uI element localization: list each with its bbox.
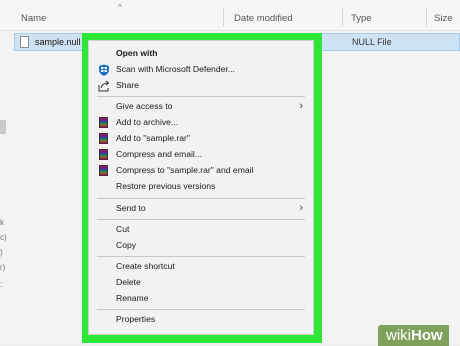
menu-item-label: Add to "sample.rar"	[116, 133, 190, 143]
menu-item-label: Send to	[116, 203, 146, 213]
menu-separator	[97, 256, 305, 257]
chevron-right-icon: ›	[299, 100, 303, 112]
column-header-bar: ^ Name Date modified Type Size	[0, 0, 460, 31]
menu-item-label: Compress and email...	[116, 149, 202, 159]
menu-separator	[97, 198, 305, 199]
menu-item-add-archive[interactable]: Add to archive...	[89, 115, 313, 130]
shield-icon	[98, 64, 110, 76]
column-divider[interactable]	[223, 8, 224, 26]
menu-item-label: Rename	[116, 293, 149, 303]
context-menu: Open with Scan with Microsoft Defender..…	[88, 40, 314, 335]
column-date-modified[interactable]: Date modified	[234, 13, 293, 24]
menu-item-share[interactable]: Share	[89, 78, 313, 93]
menu-item-send-to[interactable]: Send to ›	[89, 201, 313, 216]
watermark-wiki: wiki	[386, 327, 411, 344]
watermark-how: How	[411, 327, 443, 344]
column-divider[interactable]	[342, 8, 343, 26]
menu-item-label: Compress to "sample.rar" and email	[116, 165, 254, 175]
column-size[interactable]: Size	[434, 13, 452, 24]
column-type[interactable]: Type	[351, 13, 372, 24]
menu-item-give-access[interactable]: Give access to ›	[89, 99, 313, 114]
winrar-icon	[99, 165, 108, 176]
menu-item-compress-rar-email[interactable]: Compress to "sample.rar" and email	[89, 163, 313, 178]
menu-item-label: Delete	[116, 277, 141, 287]
menu-separator	[97, 219, 305, 220]
nav-pane-fragment: c)	[0, 233, 7, 242]
nav-pane-fragment: k	[0, 218, 4, 227]
nav-pane-fragment: :	[0, 280, 3, 289]
menu-item-label: Add to archive...	[116, 117, 179, 127]
menu-item-compress-email[interactable]: Compress and email...	[89, 147, 313, 162]
winrar-icon	[99, 133, 108, 144]
menu-item-scan-defender[interactable]: Scan with Microsoft Defender...	[89, 62, 313, 77]
menu-item-restore-versions[interactable]: Restore previous versions	[89, 179, 313, 194]
menu-item-label: Open with	[116, 48, 158, 58]
winrar-icon	[99, 117, 108, 128]
menu-item-label: Restore previous versions	[116, 181, 216, 191]
menu-item-label: Create shortcut	[116, 261, 175, 271]
menu-item-delete[interactable]: Delete	[89, 275, 313, 290]
nav-pane-selection	[0, 120, 6, 134]
menu-item-label: Scan with Microsoft Defender...	[116, 64, 235, 74]
menu-item-label: Copy	[116, 240, 137, 250]
nav-pane-fragment: r)	[0, 263, 6, 272]
menu-item-cut[interactable]: Cut	[89, 222, 313, 237]
menu-item-copy[interactable]: Copy	[89, 238, 313, 253]
menu-item-properties[interactable]: Properties	[89, 312, 313, 327]
menu-separator	[97, 96, 305, 97]
menu-item-label: Share	[116, 80, 139, 90]
nav-pane-fragment: )	[0, 248, 3, 257]
menu-item-rename[interactable]: Rename	[89, 291, 313, 306]
menu-item-create-shortcut[interactable]: Create shortcut	[89, 259, 313, 274]
menu-item-add-rar[interactable]: Add to "sample.rar"	[89, 131, 313, 146]
file-name: sample.null	[35, 37, 81, 47]
menu-item-open-with[interactable]: Open with	[89, 46, 313, 61]
sort-caret-icon[interactable]: ^	[118, 3, 122, 12]
chevron-right-icon: ›	[299, 202, 303, 214]
menu-item-label: Properties	[116, 314, 156, 324]
file-type: NULL File	[352, 37, 392, 47]
file-icon	[20, 36, 29, 48]
menu-item-label: Cut	[116, 224, 130, 234]
wikihow-watermark: wikiHow	[378, 325, 449, 346]
column-divider[interactable]	[426, 8, 427, 26]
menu-separator	[97, 309, 305, 310]
menu-item-label: Give access to	[116, 101, 173, 111]
winrar-icon	[99, 149, 108, 160]
share-icon	[98, 80, 110, 92]
column-name[interactable]: Name	[21, 13, 46, 24]
